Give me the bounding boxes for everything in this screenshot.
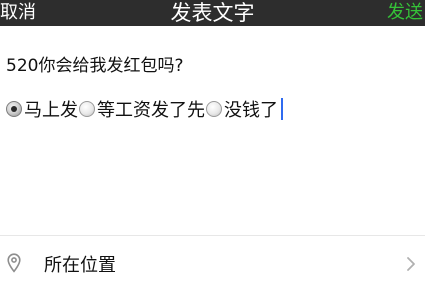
option-label-1: 马上发 [24, 100, 78, 121]
chevron-right-icon [406, 256, 416, 272]
options-row: 马上发 等工资发了先 没钱了 [6, 97, 283, 121]
text-cursor [281, 98, 283, 120]
post-text-line: 520你会给我发红包吗? [6, 56, 184, 76]
top-nav-bar: 取消 发表文字 发送 [0, 0, 425, 26]
location-pin-icon [7, 253, 21, 273]
send-button[interactable]: 发送 [387, 0, 423, 26]
radio-option-3[interactable] [206, 101, 222, 117]
option-label-2: 等工资发了先 [97, 100, 205, 121]
cancel-button[interactable]: 取消 [0, 0, 36, 26]
option-label-3: 没钱了 [224, 100, 278, 121]
location-label: 所在位置 [44, 255, 116, 276]
location-row[interactable]: 所在位置 [0, 236, 425, 289]
page-title: 发表文字 [170, 1, 255, 25]
radio-option-1[interactable] [6, 101, 22, 117]
post-text-editor[interactable]: 520你会给我发红包吗? 马上发 等工资发了先 没钱了 [6, 48, 418, 208]
radio-option-2[interactable] [79, 101, 95, 117]
